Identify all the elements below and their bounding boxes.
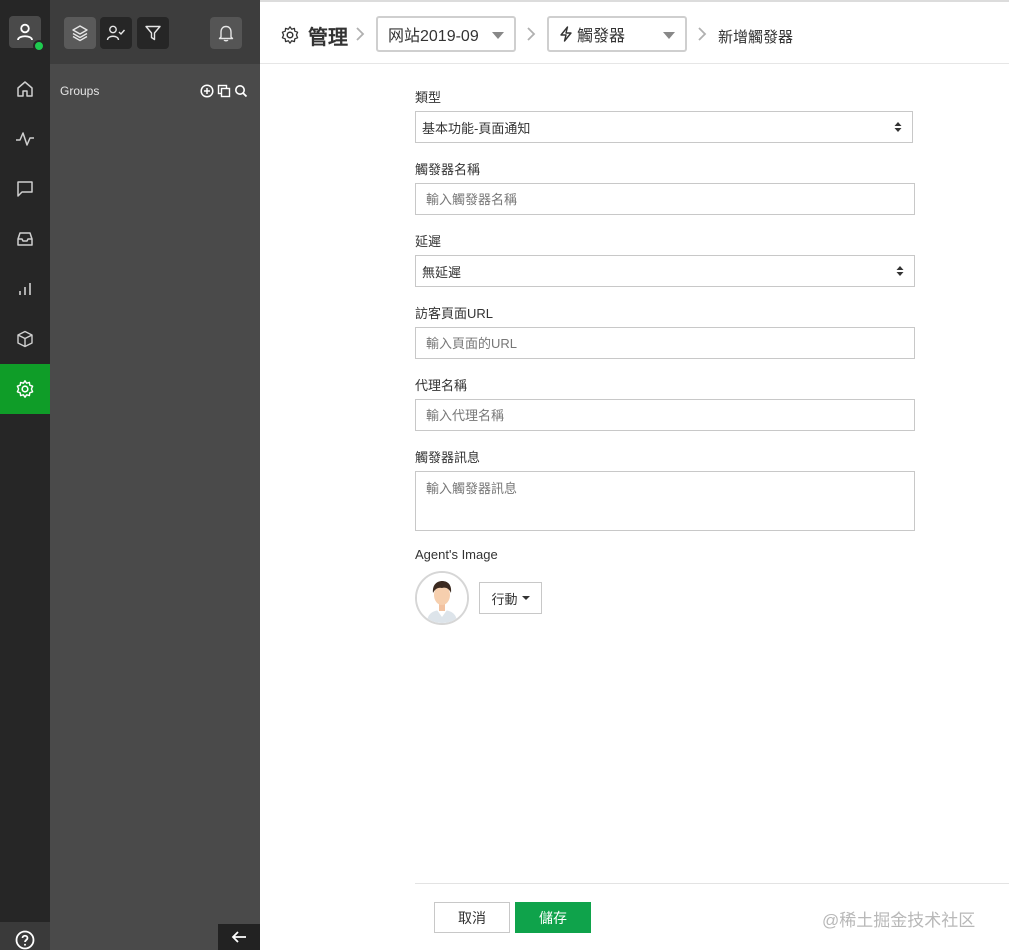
type-select[interactable]: 基本功能-頁面通知 [415,111,913,143]
trigger-message-textarea[interactable] [415,471,915,531]
layers-icon [72,25,88,42]
chevron-right-icon [356,27,365,41]
settings-gear-icon [281,26,299,44]
agent-image-label: Agent's Image [415,547,498,562]
box-icon [17,330,33,348]
lightning-icon [559,26,573,42]
bar-chart-icon [19,283,31,295]
rail-item-home[interactable] [0,64,50,114]
chevron-right-icon [527,27,536,41]
layers-button[interactable] [64,17,96,49]
filter-icon [145,25,161,41]
home-icon [17,81,33,97]
type-select-value: 基本功能-頁面通知 [422,120,531,136]
website-select[interactable]: 网站2019-09 [376,16,516,52]
app-root: Groups 管理 网站2019-09 觸發器 新增觸發器 類型 基本功能-頁面… [0,0,1009,950]
agent-avatar [415,571,469,625]
user-avatar-button[interactable] [9,16,45,52]
agent-name-input[interactable] [415,399,915,431]
delay-select[interactable]: 無延遲 [415,255,915,287]
inbox-icon [17,232,33,246]
delay-select-value: 無延遲 [422,264,462,280]
search-icon[interactable] [234,84,248,98]
user-check-icon [106,25,126,41]
arrow-left-icon [231,931,246,943]
panel-toolbar [50,0,260,64]
caret-down-icon [521,596,530,600]
help-icon [15,930,35,950]
collapse-panel-button[interactable] [218,924,260,950]
visitor-url-input[interactable] [415,327,915,359]
chat-icon [17,181,33,197]
trigger-name-input[interactable] [415,183,915,215]
page-title[interactable]: 管理 [308,21,348,50]
trigger-message-label: 觸發器訊息 [415,450,481,465]
breadcrumb-current: 新增觸發器 [718,29,794,46]
groups-panel: Groups [50,0,260,950]
agent-avatar-image [417,573,467,623]
chevron-right-icon [698,27,707,41]
rail-item-inbox[interactable] [0,214,50,264]
rail-item-apps[interactable] [0,314,50,364]
footer-divider [415,883,1009,884]
rail-item-chat[interactable] [0,164,50,214]
rail-item-settings[interactable] [0,364,50,414]
type-label: 類型 [415,90,442,105]
activity-icon [16,132,34,146]
help-button[interactable] [0,922,50,950]
website-select-value: 网站2019-09 [388,28,479,45]
user-icon [17,23,33,41]
bell-icon [218,25,234,42]
gear-icon [16,380,34,398]
left-rail [0,0,50,950]
updown-arrows-icon [896,266,904,276]
rail-item-reports[interactable] [0,264,50,314]
online-status-dot [33,40,45,52]
action-dropdown-button[interactable]: 行動 [479,582,542,614]
assigned-users-button[interactable] [100,17,132,49]
updown-arrows-icon [894,122,902,132]
agent-name-label: 代理名稱 [415,378,468,393]
trigger-select[interactable]: 觸發器 [547,16,687,52]
rail-item-activity[interactable] [0,114,50,164]
breadcrumb: 管理 网站2019-09 觸發器 新增觸發器 [260,2,1009,64]
caret-down-icon [492,32,504,39]
watermark-text: @稀土掘金技术社区 [822,911,976,930]
filter-button[interactable] [137,17,169,49]
action-label: 行動 [491,591,518,607]
caret-down-icon [663,32,675,39]
add-circle-icon[interactable] [200,84,214,98]
notifications-button[interactable] [210,17,242,49]
delay-label: 延遲 [415,234,442,249]
main-content: 管理 网站2019-09 觸發器 新增觸發器 類型 基本功能-頁面通知 觸發器名… [260,0,1009,950]
trigger-select-value: 觸發器 [577,28,626,45]
trigger-name-label: 觸發器名稱 [415,162,481,177]
groups-label: Groups [60,84,100,98]
copy-icon[interactable] [217,84,231,98]
cancel-button[interactable]: 取消 [434,902,510,933]
save-button[interactable]: 儲存 [515,902,591,933]
groups-tools [200,84,248,98]
visitor-url-label: 訪客頁面URL [415,306,494,321]
